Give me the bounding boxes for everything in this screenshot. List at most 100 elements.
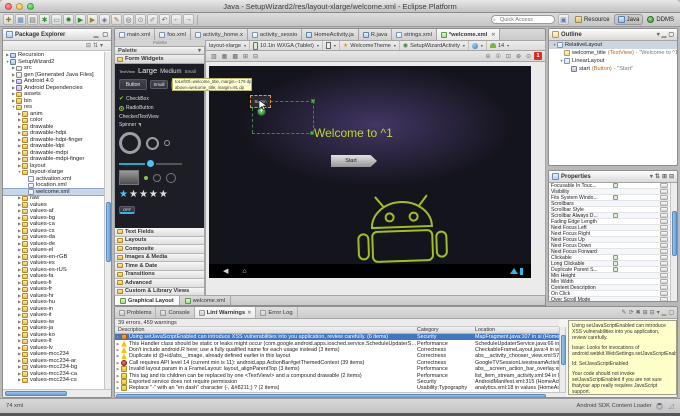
clear-icon[interactable]: ✖ [636, 309, 641, 316]
view-menu-icon[interactable]: ▾ [657, 309, 660, 316]
sort-icon[interactable]: ⇅ [655, 173, 660, 180]
new-wizard-icon[interactable]: ✚ [3, 14, 14, 25]
minimize-icon[interactable]: ▁ [662, 309, 667, 316]
api-level-dropdown[interactable]: 14 [487, 41, 512, 50]
zoom-in-icon[interactable]: ⊕ [516, 53, 521, 60]
property-ellipsis-button[interactable] [660, 291, 668, 296]
palette-section-form-widgets[interactable]: Form Widgets [114, 55, 205, 64]
sdk-manager-icon[interactable]: ✱ [39, 14, 50, 25]
lint-vertical-scrollbar[interactable] [559, 327, 566, 392]
bottom-view-tab[interactable]: Console [156, 307, 194, 318]
palette-progressbar-small[interactable] [164, 140, 170, 146]
orientation-icon[interactable]: ▥ [211, 53, 217, 60]
maximize-icon[interactable]: ▢ [668, 31, 674, 38]
property-ellipsis-button[interactable] [660, 243, 668, 248]
palette-category[interactable]: Time & Date [115, 262, 204, 271]
editor-tab[interactable]: strings.xml [392, 29, 437, 40]
property-ellipsis-button[interactable] [660, 201, 668, 206]
collapse-all-icon[interactable]: ⊟ [86, 42, 91, 49]
palette-progressbar[interactable] [146, 137, 159, 150]
activity-dropdown[interactable]: ◉SetupWizardActivity [400, 41, 469, 50]
property-ellipsis-button[interactable] [660, 213, 668, 218]
orientation-dropdown[interactable] [323, 41, 340, 50]
property-checkbox[interactable] [613, 195, 618, 200]
twisty-icon[interactable] [115, 354, 121, 358]
twisty-icon[interactable] [115, 348, 121, 352]
view-menu-icon[interactable]: ▾ [100, 42, 103, 49]
outline-toggle-icon[interactable]: ⊟ [253, 53, 258, 60]
property-ellipsis-button[interactable] [660, 297, 668, 301]
palette-ratingbar[interactable]: ★★★★★ [119, 190, 168, 200]
outline-item[interactable]: start (Button) - "Start" [549, 65, 677, 73]
editor-mode-tab[interactable]: Graphical Layout [115, 296, 180, 305]
property-ellipsis-button[interactable] [660, 183, 668, 188]
column-category[interactable]: Category [417, 327, 475, 333]
property-ellipsis-button[interactable] [660, 273, 668, 278]
expand-all-icon[interactable]: ⊞ [662, 173, 667, 180]
twisty-icon[interactable] [115, 342, 121, 346]
palette-category[interactable]: Images & Media [115, 254, 204, 263]
locale-dropdown[interactable] [469, 41, 487, 50]
start-button[interactable]: Start [331, 155, 377, 167]
editor-tab[interactable]: *welcome.xml [437, 29, 501, 40]
column-location[interactable]: Location [475, 327, 559, 333]
property-checkbox[interactable] [613, 213, 618, 218]
palette-textview-medium[interactable]: Medium [160, 69, 181, 75]
property-ellipsis-button[interactable] [660, 219, 668, 224]
property-ellipsis-button[interactable] [660, 189, 668, 194]
print-icon[interactable]: ▤ [27, 14, 38, 25]
palette-header[interactable]: Palette ▾ [114, 46, 205, 55]
palette-quickcontactbadge[interactable] [153, 174, 161, 182]
property-ellipsis-button[interactable] [660, 237, 668, 242]
editor-tab[interactable]: activity_sessio [248, 29, 302, 40]
view-menu-icon[interactable]: ▾ [657, 31, 660, 38]
palette-radiobutton[interactable]: RadioButton [126, 105, 154, 111]
bottom-view-tab[interactable]: Problems [115, 307, 156, 318]
forward-icon[interactable]: → [183, 14, 194, 25]
lint-row[interactable]: Invalid layout param in a FrameLayout: l… [115, 366, 559, 372]
theme-dropdown[interactable]: ★WelcomeTheme [340, 41, 400, 50]
lint-row[interactable]: This Handler class should be static or l… [115, 340, 559, 346]
search-icon[interactable]: ⊙ [135, 14, 146, 25]
property-ellipsis-button[interactable] [660, 255, 668, 260]
back-icon[interactable]: ← [171, 14, 182, 25]
palette-button[interactable]: Button [119, 79, 147, 90]
run-icon[interactable]: ▶ [75, 14, 86, 25]
palette-imageview[interactable] [119, 170, 139, 185]
palette-category[interactable]: Text Fields [115, 228, 204, 237]
avd-manager-icon[interactable]: ▭ [51, 14, 62, 25]
grid-icon[interactable]: ▩ [232, 53, 238, 60]
palette-category[interactable]: Custom & Library Views [115, 288, 204, 297]
debug-icon[interactable]: ✹ [63, 14, 74, 25]
outline-item[interactable]: LinearLayout [549, 57, 677, 65]
palette-textview-small[interactable]: Small [184, 69, 195, 74]
lint-row[interactable]: This tag and its children can be replace… [115, 372, 559, 378]
minimize-icon[interactable]: ▁ [662, 31, 667, 38]
palette-checkedtextview[interactable]: CheckedTextView [119, 114, 159, 120]
theme-toggle-icon[interactable]: ▦ [222, 53, 228, 60]
lint-row[interactable]: Using setJavaScriptEnabled can introduce… [115, 334, 559, 340]
lint-row[interactable]: Don't include android.R here; use a full… [115, 347, 559, 353]
perspective-switcher-icon[interactable]: ▣ [558, 14, 569, 25]
perspective-button[interactable]: DDMS [644, 15, 677, 24]
lint-row[interactable]: Call requires API level 14 (current min … [115, 360, 559, 366]
lint-row[interactable]: Replace "-" with an "en dash" character … [115, 385, 559, 391]
tree-horizontal-scrollbar[interactable] [3, 389, 111, 397]
property-ellipsis-button[interactable] [660, 267, 668, 272]
perspective-button[interactable]: Resource [572, 15, 613, 24]
editor-tab[interactable]: HomeActivity.ja [302, 29, 359, 40]
palette-category[interactable]: Transitions [115, 271, 204, 280]
bottom-view-tab[interactable]: Lint Warnings [195, 307, 257, 318]
editor-tab[interactable]: foo.xml [155, 29, 191, 40]
edit-icon[interactable]: ✎ [622, 309, 627, 316]
snap-icon[interactable]: ⊞ [243, 53, 248, 60]
property-ellipsis-button[interactable] [660, 249, 668, 254]
zoom-fit-icon[interactable]: ⊡ [506, 53, 511, 60]
external-tools-icon[interactable]: ◈ [99, 14, 110, 25]
outline-item[interactable]: RelativeLayout [549, 41, 677, 49]
run-history-icon[interactable]: ▶ [87, 14, 98, 25]
bottom-view-tab[interactable]: Error Log [256, 307, 297, 318]
property-checkbox[interactable] [613, 255, 618, 260]
lint-row[interactable]: Exported service does not require permis… [115, 379, 559, 385]
palette-checkbox[interactable]: CheckBox [126, 96, 149, 102]
